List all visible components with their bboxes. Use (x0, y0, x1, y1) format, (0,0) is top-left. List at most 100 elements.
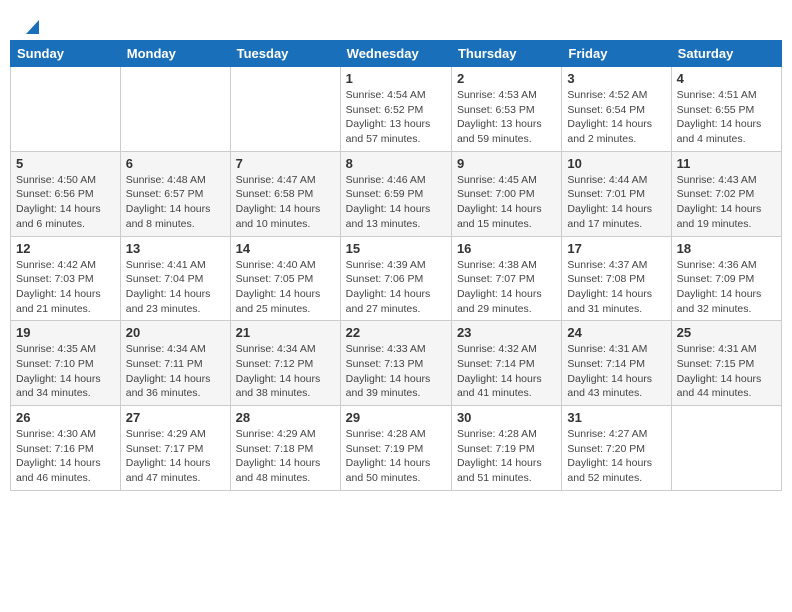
calendar-day-empty (11, 67, 121, 152)
page-header (10, 10, 782, 40)
calendar-day-29: 29 Sunrise: 4:28 AM Sunset: 7:19 PM Dayli… (340, 406, 451, 491)
day-number: 21 (236, 325, 335, 340)
calendar-day-11: 11 Sunrise: 4:43 AM Sunset: 7:02 PM Dayli… (671, 151, 781, 236)
day-info: Sunrise: 4:44 AM Sunset: 7:01 PM Dayligh… (567, 173, 665, 232)
calendar-day-7: 7 Sunrise: 4:47 AM Sunset: 6:58 PM Daylig… (230, 151, 340, 236)
day-number: 5 (16, 156, 115, 171)
day-info: Sunrise: 4:37 AM Sunset: 7:08 PM Dayligh… (567, 258, 665, 317)
calendar-day-16: 16 Sunrise: 4:38 AM Sunset: 7:07 PM Dayli… (451, 236, 561, 321)
day-info: Sunrise: 4:34 AM Sunset: 7:11 PM Dayligh… (126, 342, 225, 401)
calendar-day-9: 9 Sunrise: 4:45 AM Sunset: 7:00 PM Daylig… (451, 151, 561, 236)
day-number: 15 (346, 241, 446, 256)
calendar-day-1: 1 Sunrise: 4:54 AM Sunset: 6:52 PM Daylig… (340, 67, 451, 152)
day-info: Sunrise: 4:40 AM Sunset: 7:05 PM Dayligh… (236, 258, 335, 317)
day-info: Sunrise: 4:46 AM Sunset: 6:59 PM Dayligh… (346, 173, 446, 232)
day-info: Sunrise: 4:41 AM Sunset: 7:04 PM Dayligh… (126, 258, 225, 317)
day-info: Sunrise: 4:39 AM Sunset: 7:06 PM Dayligh… (346, 258, 446, 317)
day-number: 10 (567, 156, 665, 171)
calendar-day-28: 28 Sunrise: 4:29 AM Sunset: 7:18 PM Dayli… (230, 406, 340, 491)
weekday-header-wednesday: Wednesday (340, 41, 451, 67)
logo (20, 18, 39, 34)
day-number: 19 (16, 325, 115, 340)
calendar-day-10: 10 Sunrise: 4:44 AM Sunset: 7:01 PM Dayli… (562, 151, 671, 236)
weekday-header-tuesday: Tuesday (230, 41, 340, 67)
calendar-day-25: 25 Sunrise: 4:31 AM Sunset: 7:15 PM Dayli… (671, 321, 781, 406)
day-info: Sunrise: 4:29 AM Sunset: 7:18 PM Dayligh… (236, 427, 335, 486)
calendar-day-20: 20Sunrise: 4:34 AM Sunset: 7:11 PM Dayli… (120, 321, 230, 406)
calendar-day-3: 3 Sunrise: 4:52 AM Sunset: 6:54 PM Daylig… (562, 67, 671, 152)
calendar-day-22: 22Sunrise: 4:33 AM Sunset: 7:13 PM Dayli… (340, 321, 451, 406)
day-info: Sunrise: 4:47 AM Sunset: 6:58 PM Dayligh… (236, 173, 335, 232)
day-number: 3 (567, 71, 665, 86)
day-info: Sunrise: 4:45 AM Sunset: 7:00 PM Dayligh… (457, 173, 556, 232)
calendar-day-23: 23 Sunrise: 4:32 AM Sunset: 7:14 PM Dayli… (451, 321, 561, 406)
calendar-day-30: 30Sunrise: 4:28 AM Sunset: 7:19 PM Dayli… (451, 406, 561, 491)
day-number: 25 (677, 325, 776, 340)
day-info: Sunrise: 4:43 AM Sunset: 7:02 PM Dayligh… (677, 173, 776, 232)
day-number: 2 (457, 71, 556, 86)
calendar-day-empty (120, 67, 230, 152)
day-number: 13 (126, 241, 225, 256)
day-number: 29 (346, 410, 446, 425)
day-info: Sunrise: 4:42 AM Sunset: 7:03 PM Dayligh… (16, 258, 115, 317)
calendar-day-17: 17 Sunrise: 4:37 AM Sunset: 7:08 PM Dayli… (562, 236, 671, 321)
day-number: 28 (236, 410, 335, 425)
calendar-day-21: 21Sunrise: 4:34 AM Sunset: 7:12 PM Dayli… (230, 321, 340, 406)
day-number: 11 (677, 156, 776, 171)
day-info: Sunrise: 4:27 AM Sunset: 7:20 PM Dayligh… (567, 427, 665, 486)
calendar-day-31: 31 Sunrise: 4:27 AM Sunset: 7:20 PM Dayli… (562, 406, 671, 491)
day-number: 9 (457, 156, 556, 171)
day-info: Sunrise: 4:35 AM Sunset: 7:10 PM Dayligh… (16, 342, 115, 401)
calendar-day-6: 6 Sunrise: 4:48 AM Sunset: 6:57 PM Daylig… (120, 151, 230, 236)
calendar-day-empty (671, 406, 781, 491)
calendar-day-2: 2 Sunrise: 4:53 AM Sunset: 6:53 PM Daylig… (451, 67, 561, 152)
day-number: 17 (567, 241, 665, 256)
day-info: Sunrise: 4:28 AM Sunset: 7:19 PM Dayligh… (346, 427, 446, 486)
day-number: 6 (126, 156, 225, 171)
calendar-day-13: 13 Sunrise: 4:41 AM Sunset: 7:04 PM Dayli… (120, 236, 230, 321)
calendar-day-14: 14 Sunrise: 4:40 AM Sunset: 7:05 PM Dayli… (230, 236, 340, 321)
day-number: 30 (457, 410, 556, 425)
day-info: Sunrise: 4:31 AM Sunset: 7:14 PM Dayligh… (567, 342, 665, 401)
day-number: 23 (457, 325, 556, 340)
day-info: Sunrise: 4:52 AM Sunset: 6:54 PM Dayligh… (567, 88, 665, 147)
calendar-day-4: 4Sunrise: 4:51 AM Sunset: 6:55 PM Daylig… (671, 67, 781, 152)
weekday-header-saturday: Saturday (671, 41, 781, 67)
calendar-week-3: 12 Sunrise: 4:42 AM Sunset: 7:03 PM Dayli… (11, 236, 782, 321)
day-info: Sunrise: 4:33 AM Sunset: 7:13 PM Dayligh… (346, 342, 446, 401)
logo-triangle-icon (21, 16, 39, 34)
calendar-week-5: 26 Sunrise: 4:30 AM Sunset: 7:16 PM Dayli… (11, 406, 782, 491)
calendar-day-24: 24 Sunrise: 4:31 AM Sunset: 7:14 PM Dayli… (562, 321, 671, 406)
calendar-day-5: 5 Sunrise: 4:50 AM Sunset: 6:56 PM Daylig… (11, 151, 121, 236)
day-number: 12 (16, 241, 115, 256)
weekday-header-row: SundayMondayTuesdayWednesdayThursdayFrid… (11, 41, 782, 67)
day-info: Sunrise: 4:38 AM Sunset: 7:07 PM Dayligh… (457, 258, 556, 317)
day-info: Sunrise: 4:30 AM Sunset: 7:16 PM Dayligh… (16, 427, 115, 486)
day-number: 27 (126, 410, 225, 425)
calendar-week-1: 1 Sunrise: 4:54 AM Sunset: 6:52 PM Daylig… (11, 67, 782, 152)
day-number: 24 (567, 325, 665, 340)
weekday-header-monday: Monday (120, 41, 230, 67)
day-number: 4 (677, 71, 776, 86)
calendar-day-19: 19 Sunrise: 4:35 AM Sunset: 7:10 PM Dayli… (11, 321, 121, 406)
day-number: 31 (567, 410, 665, 425)
day-info: Sunrise: 4:53 AM Sunset: 6:53 PM Dayligh… (457, 88, 556, 147)
day-number: 26 (16, 410, 115, 425)
calendar-week-4: 19 Sunrise: 4:35 AM Sunset: 7:10 PM Dayli… (11, 321, 782, 406)
day-info: Sunrise: 4:48 AM Sunset: 6:57 PM Dayligh… (126, 173, 225, 232)
day-number: 14 (236, 241, 335, 256)
day-info: Sunrise: 4:32 AM Sunset: 7:14 PM Dayligh… (457, 342, 556, 401)
day-number: 16 (457, 241, 556, 256)
day-info: Sunrise: 4:54 AM Sunset: 6:52 PM Dayligh… (346, 88, 446, 147)
day-info: Sunrise: 4:36 AM Sunset: 7:09 PM Dayligh… (677, 258, 776, 317)
day-number: 7 (236, 156, 335, 171)
day-info: Sunrise: 4:31 AM Sunset: 7:15 PM Dayligh… (677, 342, 776, 401)
day-number: 1 (346, 71, 446, 86)
day-info: Sunrise: 4:29 AM Sunset: 7:17 PM Dayligh… (126, 427, 225, 486)
weekday-header-thursday: Thursday (451, 41, 561, 67)
calendar-body: 1 Sunrise: 4:54 AM Sunset: 6:52 PM Daylig… (11, 67, 782, 491)
weekday-header-friday: Friday (562, 41, 671, 67)
day-number: 8 (346, 156, 446, 171)
calendar-day-empty (230, 67, 340, 152)
day-info: Sunrise: 4:50 AM Sunset: 6:56 PM Dayligh… (16, 173, 115, 232)
